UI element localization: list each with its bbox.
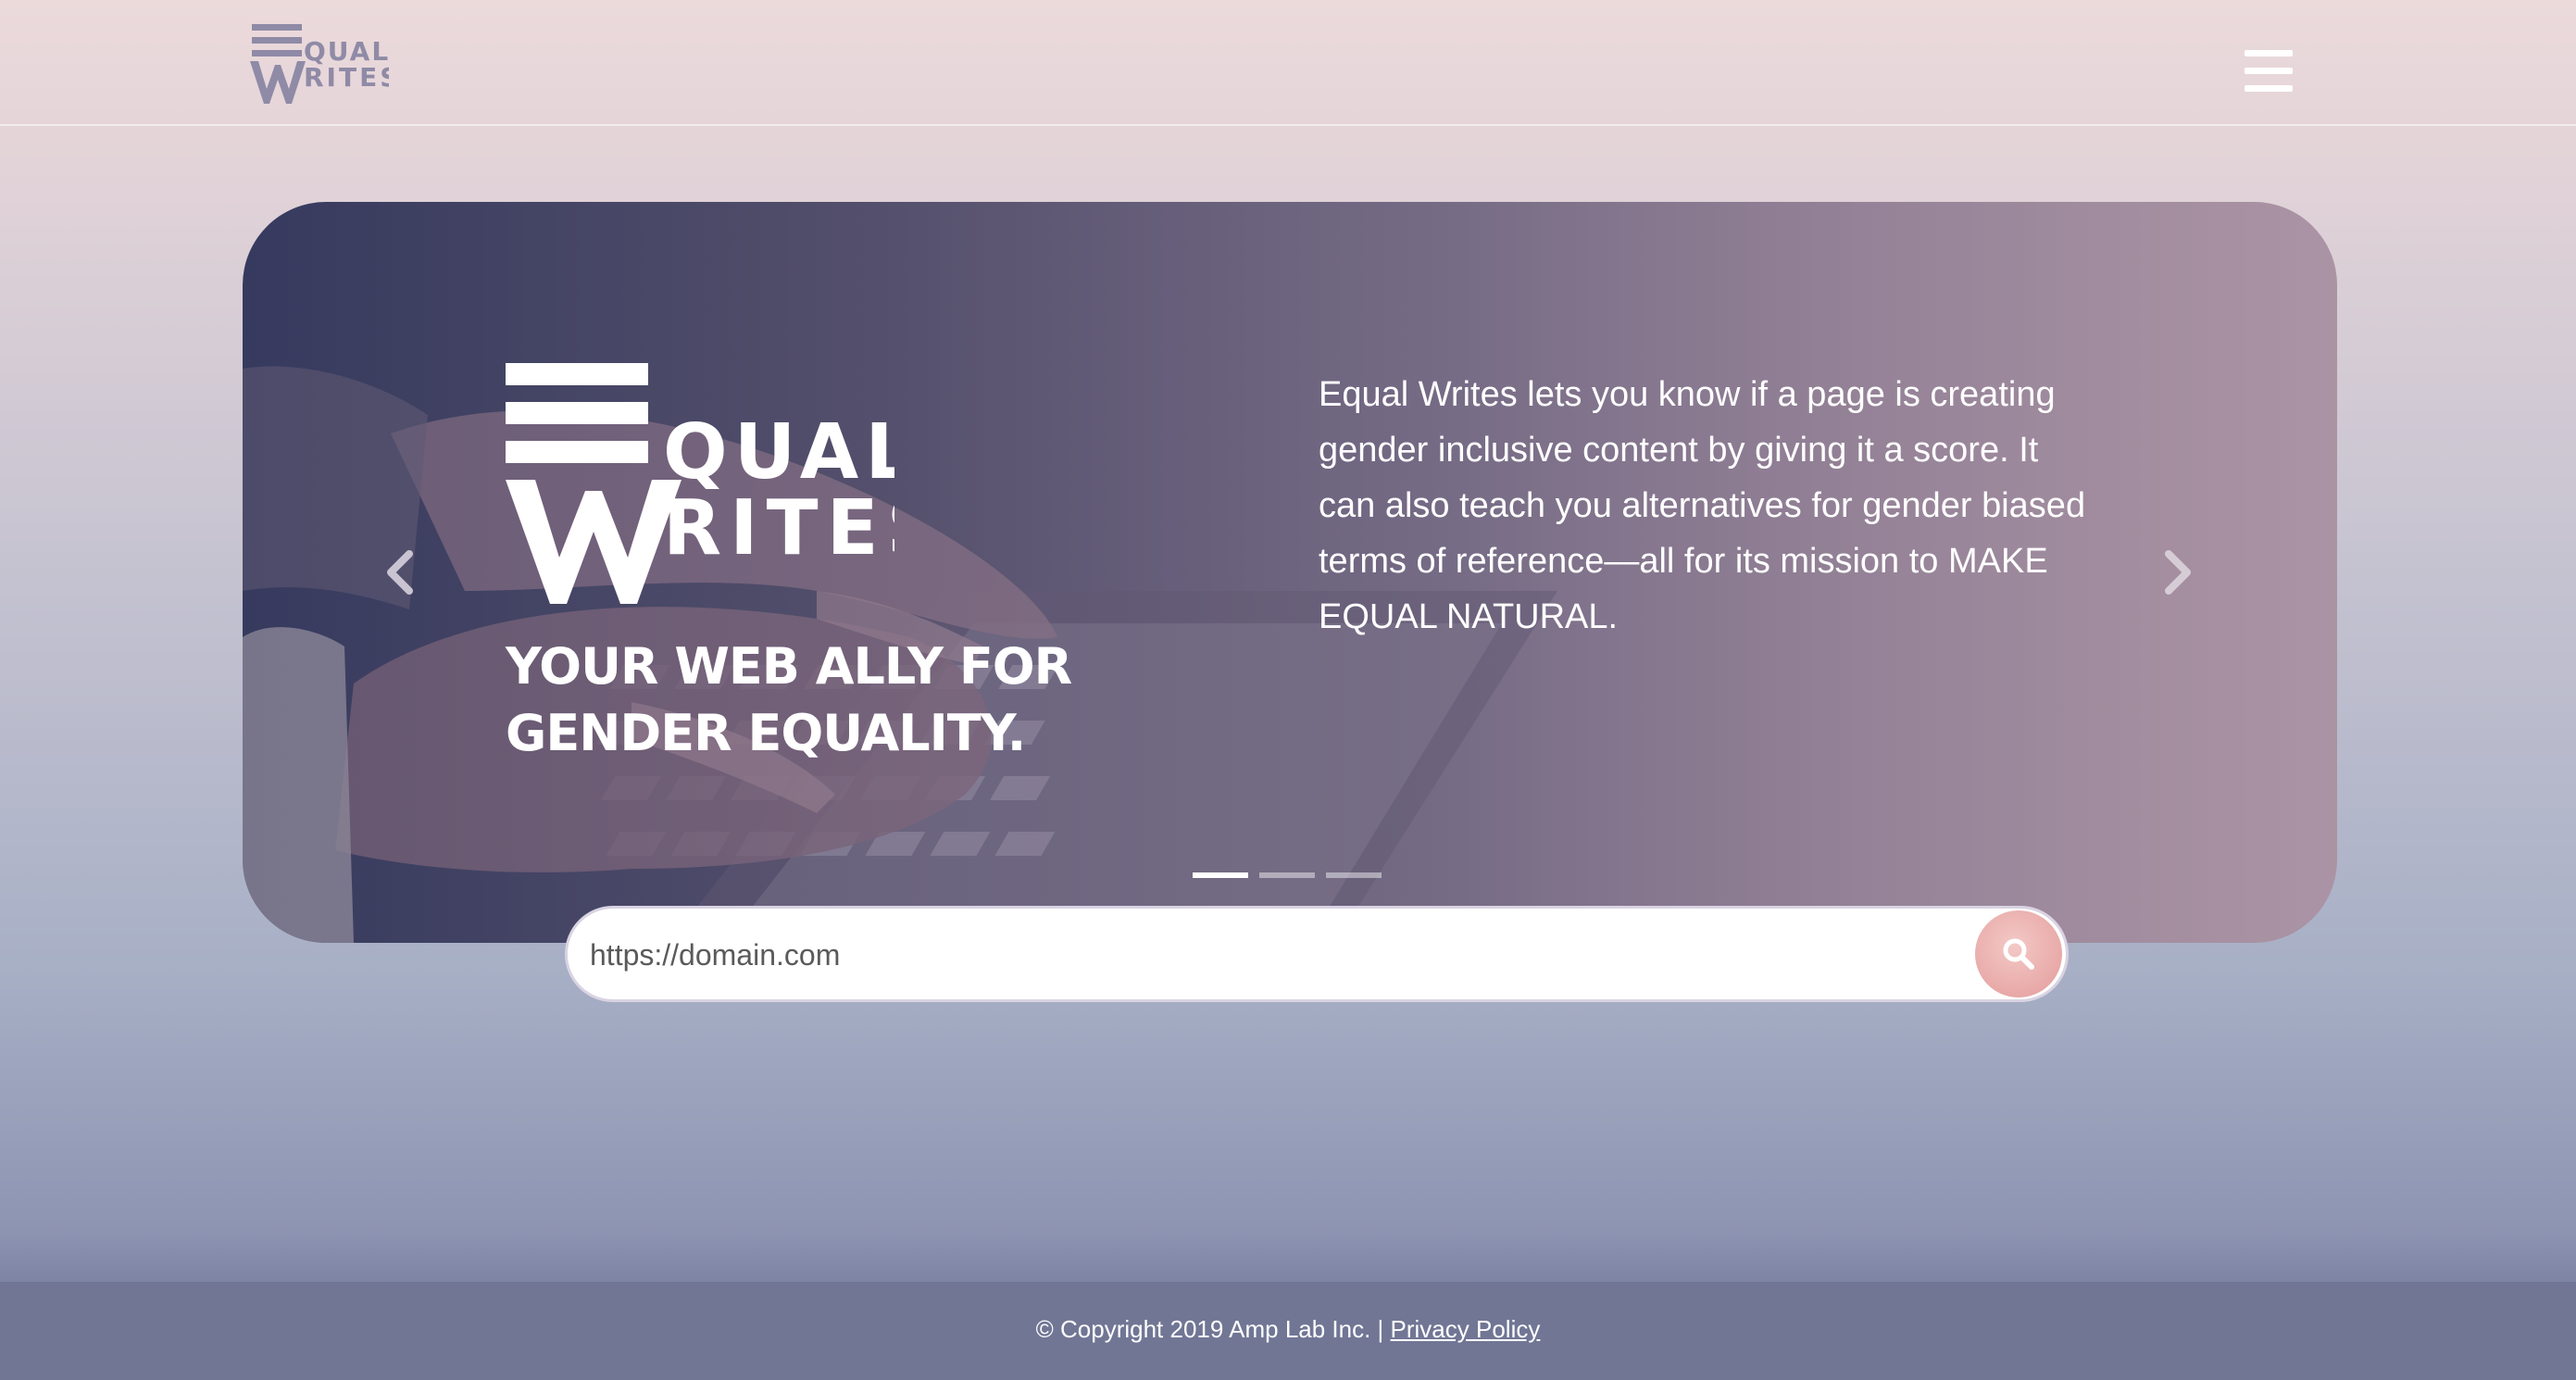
carousel-prev-button[interactable] xyxy=(381,546,419,598)
hero-title: YOUR WEB ALLY FOR GENDER EQUALITY. xyxy=(506,637,1072,762)
privacy-policy-link[interactable]: Privacy Policy xyxy=(1391,1315,1541,1343)
carousel-indicator-3[interactable] xyxy=(1326,872,1382,878)
site-footer: © Copyright 2019 Amp Lab Inc. | Privacy … xyxy=(0,1282,2576,1380)
search-icon xyxy=(2003,938,2034,970)
hero-logo: QUAL RITES xyxy=(506,363,894,604)
carousel-next-button[interactable] xyxy=(2159,546,2196,598)
logo-line-2: RITES xyxy=(304,62,389,93)
search-button[interactable] xyxy=(1975,910,2062,997)
hamburger-menu-icon-bar xyxy=(2245,85,2293,92)
chevron-left-icon xyxy=(387,550,413,595)
site-logo[interactable]: QUAL RITES xyxy=(250,22,398,104)
chevron-right-icon xyxy=(2165,550,2191,595)
hero-logo-line-2: RITES xyxy=(663,484,894,572)
carousel-indicators xyxy=(1193,872,1396,880)
hero-carousel: QUAL RITES YOUR WEB ALLY FOR GENDER EQUA… xyxy=(243,202,2337,943)
copyright-text: © Copyright 2019 Amp Lab Inc. | xyxy=(1035,1315,1391,1343)
footer-text: © Copyright 2019 Amp Lab Inc. | Privacy … xyxy=(0,1313,2576,1345)
hamburger-menu-icon-bar xyxy=(2245,68,2293,74)
url-search-bar xyxy=(565,906,2069,1002)
hero-description: Equal Writes lets you know if a page is … xyxy=(1319,375,2086,636)
hamburger-menu-button[interactable] xyxy=(2245,48,2293,93)
url-input[interactable] xyxy=(590,927,1868,983)
site-header: QUAL RITES xyxy=(0,0,2576,126)
equal-writes-logo-icon: QUAL RITES xyxy=(250,24,398,104)
carousel-indicator-1[interactable] xyxy=(1193,872,1248,878)
hero-logo-line-1: QUAL xyxy=(663,408,894,496)
carousel-indicator-2[interactable] xyxy=(1259,872,1315,878)
hamburger-menu-icon xyxy=(2245,50,2293,56)
